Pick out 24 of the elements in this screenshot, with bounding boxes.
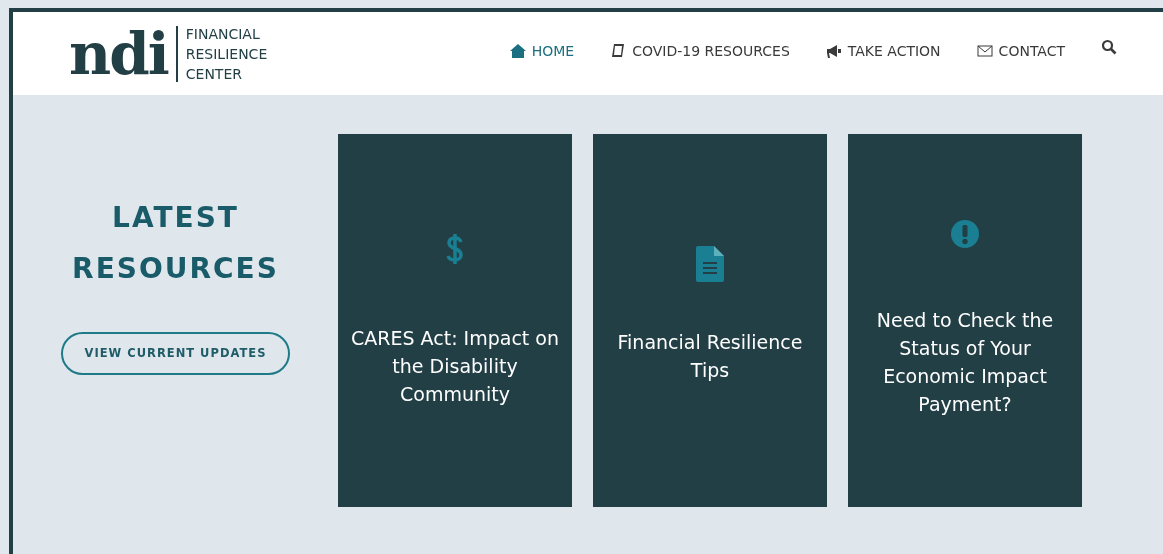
card-title: Financial Resilience Tips xyxy=(616,330,804,383)
nav-link[interactable]: CONTACT xyxy=(976,41,1065,62)
nav-link[interactable]: COVID-19 RESOURCES xyxy=(610,41,790,62)
resource-card[interactable]: CARES Act: Impact on the Disability Community xyxy=(338,134,572,507)
section-heading: RESOURCES xyxy=(72,251,279,287)
logo-tagline: FINANCIAL xyxy=(185,24,261,44)
document-icon xyxy=(696,246,724,282)
view-updates-button[interactable]: VIEW CURRENT UPDATES xyxy=(60,332,291,376)
home-icon xyxy=(509,43,526,59)
section-heading: LATEST xyxy=(112,200,239,236)
megaphone-icon xyxy=(825,43,842,59)
alert-icon xyxy=(951,220,979,248)
card-title: Need to Check the Status of Your Economic Impact Payment? xyxy=(875,308,1055,417)
envelope-icon xyxy=(976,43,993,59)
nav-link[interactable]: TAKE ACTION xyxy=(825,41,941,62)
logo-tagline: CENTER xyxy=(185,64,243,84)
logo-tagline: RESILIENCE xyxy=(185,44,268,64)
search-icon xyxy=(1101,39,1117,55)
resource-card[interactable]: Need to Check the Status of Your Economic Impact Payment? xyxy=(848,134,1082,507)
logo-wordmark: ndi xyxy=(69,24,168,83)
dollar-icon xyxy=(446,232,464,266)
nav-link[interactable]: HOME xyxy=(509,41,575,62)
card-title: CARES Act: Impact on the Disability Community xyxy=(350,326,560,407)
resource-card[interactable]: Financial Resilience Tips xyxy=(593,134,827,507)
